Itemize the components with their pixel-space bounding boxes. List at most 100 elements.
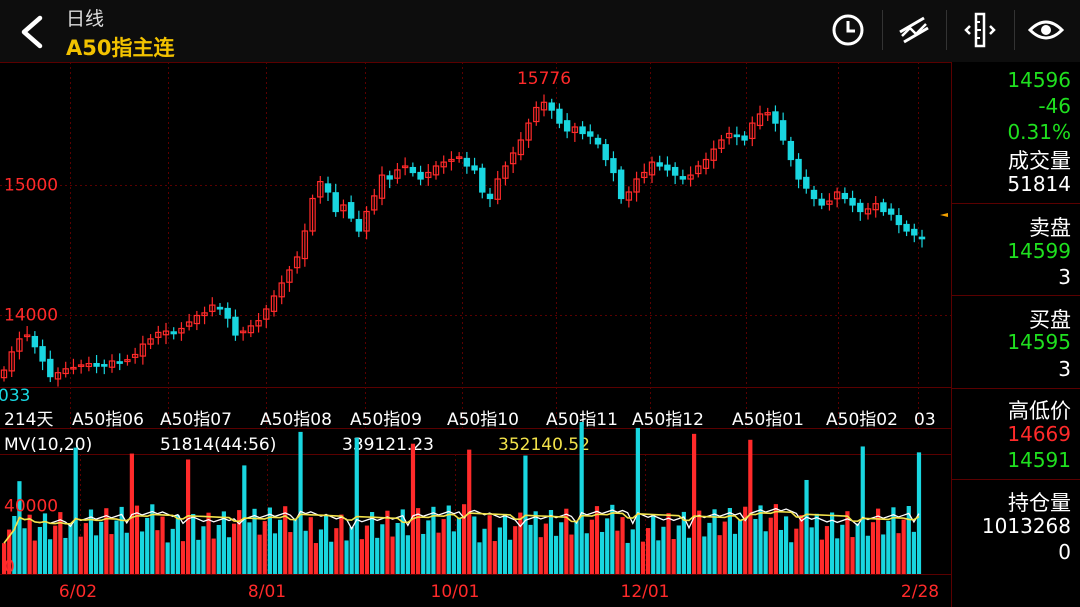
volume-bar [145,517,150,574]
volume-bar [492,541,497,574]
volume-bar [83,523,88,574]
volume-bar [456,517,462,574]
volume-bar [313,543,318,574]
candle-body [810,189,818,200]
volume-bar [37,526,42,574]
volume-bar [508,539,513,574]
volume-bar [722,521,727,574]
volume-bar [380,524,385,574]
candle-body [903,223,910,232]
volume-bar [753,518,758,574]
volume-bar [543,523,548,574]
volume-bar [155,530,160,574]
volume-bar [916,452,922,574]
clock-icon[interactable] [828,10,868,50]
kline-chart[interactable]: 15000 14000 15776 033 214天 A50指06 A50指07 A50指08… [0,62,951,607]
volume-bar [732,533,738,574]
volume-bar [175,515,180,574]
volume-bar [329,541,334,574]
volume-bar [390,536,395,574]
volume-bar [502,513,508,574]
eye-icon[interactable] [1026,10,1066,50]
low-price: 14591 [1007,448,1071,472]
volume-bar [528,524,533,574]
candle-body [895,215,903,226]
ask-size: 3 [1058,265,1071,289]
volume-bar [778,529,784,574]
back-arrow-icon[interactable] [14,12,50,52]
volume-bar [615,530,620,574]
open-interest-label: 持仓量 [1008,491,1071,515]
candle-body [556,108,563,124]
candle-body [347,202,355,219]
date-axis-label: 8/01 [248,582,286,602]
instrument-title[interactable]: A50指主连 [66,32,174,62]
volume-bar [554,535,559,574]
candle-body [486,193,494,200]
volume-bar [855,523,860,574]
volume-bar [794,528,799,574]
candle-body [47,358,54,378]
volume-bar [605,518,610,574]
volume-bar [692,433,697,574]
candle-body [818,198,825,206]
candle-body [417,171,424,180]
last-price: 14596 [1007,68,1071,92]
volume-bar [640,541,646,574]
candle-body [563,120,571,132]
price-axis-label: 14000 [4,306,58,326]
divider [946,10,947,50]
volume-bar [170,528,175,574]
volume-bar [518,512,523,574]
volume-bar [385,510,390,574]
volume-bar [451,531,456,574]
volume-bar [405,535,410,574]
volume-bar [860,446,865,574]
candle-body [887,208,895,215]
volume-bar [211,538,216,574]
candle-body [671,166,679,176]
volume-bar [768,517,773,574]
volume-bar [646,528,651,574]
volume-bar [201,526,206,574]
volume-bar [482,528,487,574]
volume-bar [364,525,370,574]
contract-label: A50指02 [826,410,898,430]
volume-axis-label: 40000 [4,496,58,516]
contract-label: A50指07 [160,410,232,430]
candle-body [679,176,687,180]
volume-bar [651,514,656,574]
volume-bar [298,431,303,574]
candle-body [610,158,617,174]
candle-body [324,183,332,193]
drawing-tool-icon[interactable] [894,10,934,50]
volume-bar [702,536,707,574]
volume-bar [462,504,467,574]
candle-body [664,164,671,171]
date-axis-label: 12/01 [621,582,670,602]
high-marker-label: 15776 [517,69,571,89]
volume-value-label: 51814(44:56) [160,435,276,455]
volume-bar [589,519,594,574]
low-marker-label: 033 [0,386,30,406]
contract-label: A50指01 [732,410,804,430]
divider [952,479,1080,480]
volume-bar [886,520,891,574]
candle-body [733,134,741,138]
period-label: 日线 [66,8,105,30]
bid-size: 3 [1058,357,1071,381]
volume-bar [99,521,104,574]
ruler-icon[interactable] [960,10,1000,50]
divider [952,388,1080,389]
price-change: -46 [1038,94,1071,118]
volume-bar [114,520,119,574]
candle-body [656,162,663,167]
candle-body [803,176,810,189]
candle-body [39,346,46,362]
top-bar: 日线 A50指主连 [0,0,1080,62]
high-low-label: 高低价 [1008,399,1071,423]
volume-bar [344,540,349,574]
volume-bar [697,510,702,574]
volume-bar [354,437,359,574]
volume-indicator-label: MV(10,20) [4,435,92,455]
